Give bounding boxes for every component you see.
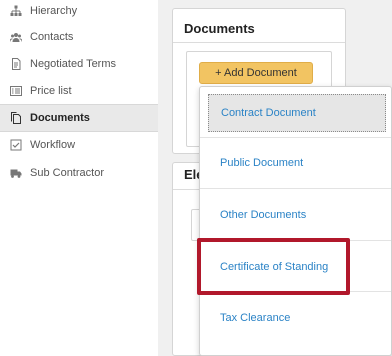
dropdown-item-public-document[interactable]: Public Document xyxy=(208,144,386,182)
sidebar-item-label: Contacts xyxy=(30,31,74,43)
sidebar-item-label: Hierarchy xyxy=(30,5,78,17)
sidebar-item-sub-contractor[interactable]: Sub Contractor xyxy=(0,160,158,186)
add-document-dropdown: Contract Document Public Document Other … xyxy=(199,86,392,356)
panel-title: Documents xyxy=(184,21,255,36)
hierarchy-icon xyxy=(10,5,22,17)
truck-icon xyxy=(10,167,22,179)
sidebar-item-label: Workflow xyxy=(30,139,76,151)
documents-icon xyxy=(10,112,22,124)
add-document-label: + Add Document xyxy=(215,67,297,79)
sidebar-item-workflow[interactable]: Workflow xyxy=(0,132,158,158)
dropdown-item-contract-document[interactable]: Contract Document xyxy=(208,94,386,132)
dropdown-divider xyxy=(200,240,391,241)
dropdown-item-label: Certificate of Standing xyxy=(220,261,329,273)
dropdown-item-other-documents[interactable]: Other Documents xyxy=(208,196,386,234)
sidebar: Hierarchy Contacts Negotiated Terms Pric… xyxy=(0,0,158,356)
sidebar-item-label: Sub Contractor xyxy=(30,167,104,179)
sidebar-item-hierarchy[interactable]: Hierarchy xyxy=(0,0,158,24)
dropdown-item-label: Other Documents xyxy=(220,209,307,221)
sidebar-item-label: Documents xyxy=(30,112,90,124)
sidebar-item-label: Price list xyxy=(30,85,72,97)
dropdown-item-label: Contract Document xyxy=(221,107,316,119)
dropdown-divider xyxy=(200,137,391,138)
list-icon xyxy=(10,85,22,97)
panel-divider xyxy=(173,42,345,43)
dropdown-item-label: Public Document xyxy=(220,157,304,169)
dropdown-item-label: Tax Clearance xyxy=(220,312,291,324)
sidebar-item-contacts[interactable]: Contacts xyxy=(0,24,158,50)
contacts-icon xyxy=(10,31,22,43)
dropdown-item-certificate-of-standing[interactable]: Certificate of Standing xyxy=(208,248,386,286)
sidebar-item-price-list[interactable]: Price list xyxy=(0,78,158,104)
dropdown-item-tax-clearance[interactable]: Tax Clearance xyxy=(208,299,386,337)
checkbox-icon xyxy=(10,139,22,151)
sidebar-item-documents[interactable]: Documents xyxy=(0,105,158,131)
dropdown-divider xyxy=(200,188,391,189)
sidebar-item-negotiated-terms[interactable]: Negotiated Terms xyxy=(0,51,158,77)
document-icon xyxy=(10,58,22,70)
add-document-button[interactable]: + Add Document xyxy=(199,62,313,84)
sidebar-item-label: Negotiated Terms xyxy=(30,58,117,70)
dropdown-divider xyxy=(200,291,391,292)
